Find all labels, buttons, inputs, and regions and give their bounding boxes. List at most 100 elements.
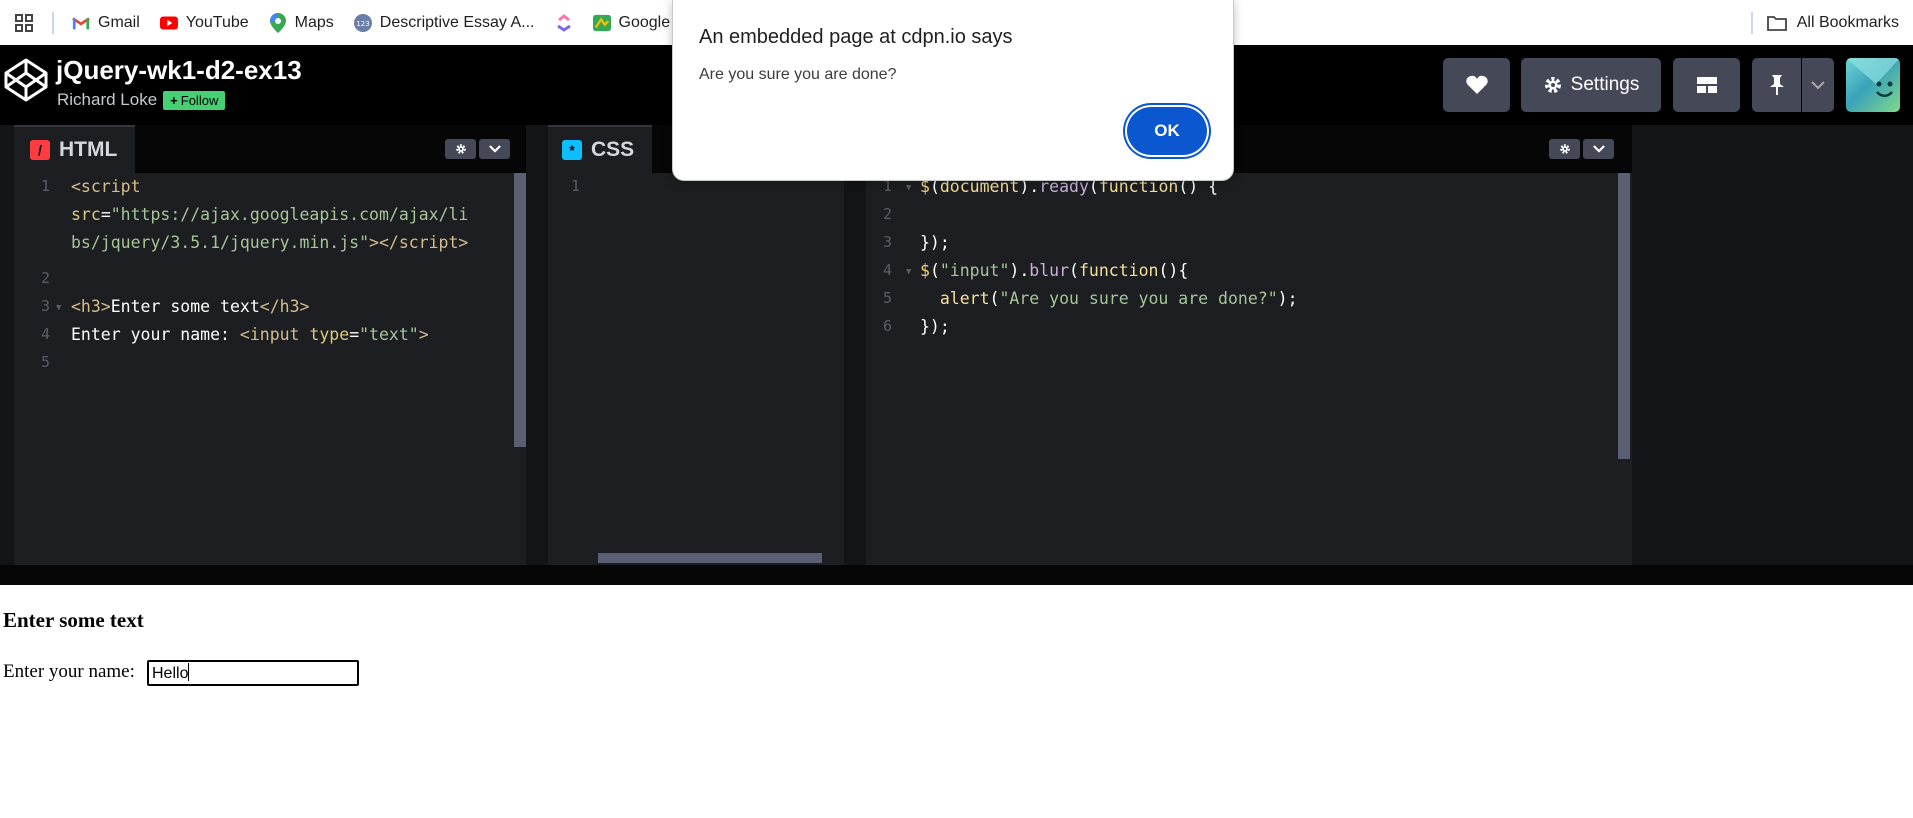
- line-number: 3: [882, 233, 892, 251]
- tab-label: CSS: [591, 138, 635, 161]
- chevron-down-icon: [1811, 80, 1825, 89]
- bookmark-label: Maps: [294, 13, 334, 31]
- html-pane-header: / HTML: [14, 125, 526, 173]
- bookmark-youtube[interactable]: YouTube: [150, 0, 259, 45]
- pin-button[interactable]: [1752, 58, 1801, 112]
- tab-html[interactable]: / HTML: [14, 125, 136, 173]
- gear-icon: [1559, 144, 1570, 154]
- line-number: 5: [40, 353, 50, 371]
- maps-icon: [269, 12, 287, 33]
- fold-arrow-icon[interactable]: ▼: [906, 183, 911, 193]
- author-name[interactable]: Richard Loke: [57, 90, 157, 110]
- bookmark-label: Descriptive Essay A...: [379, 13, 535, 31]
- preview-heading: Enter some text: [3, 608, 144, 632]
- code-line: });: [920, 233, 950, 252]
- js-collapse-button[interactable]: [1583, 139, 1614, 159]
- all-bookmarks-button[interactable]: All Bookmarks: [1750, 0, 1899, 45]
- bookmark-maps[interactable]: Maps: [259, 0, 344, 45]
- html-vertical-scrollbar[interactable]: [514, 173, 526, 447]
- js-vertical-scrollbar[interactable]: [1618, 173, 1630, 459]
- js-editor-pane: 1 ▼ 2 3 4 ▼ 5 6 $(document).ready(functi…: [866, 125, 1632, 565]
- folder-icon: [1766, 15, 1787, 31]
- heart-icon: [1465, 75, 1488, 94]
- preview-resizer[interactable]: [0, 565, 1913, 585]
- pen-author: Richard Loke + Follow: [57, 90, 226, 110]
- html-settings-button[interactable]: [445, 139, 476, 159]
- code-line: alert("Are you sure you are done?");: [939, 289, 1298, 308]
- bookmark-label: YouTube: [185, 13, 249, 31]
- follow-label: Follow: [180, 92, 219, 108]
- alert-dialog: An embedded page at cdpn.io says Are you…: [672, 0, 1234, 181]
- bookmark-clickup[interactable]: [545, 0, 583, 45]
- chevron-down-icon: [488, 145, 501, 153]
- line-number: 3: [40, 297, 50, 315]
- line-number: 1: [40, 177, 50, 195]
- code-line: src="https://ajax.googleapis.com/ajax/li: [71, 205, 469, 224]
- all-bookmarks-label: All Bookmarks: [1796, 13, 1899, 31]
- line-number: 1: [570, 177, 580, 195]
- follow-button[interactable]: + Follow: [163, 90, 226, 110]
- like-button[interactable]: [1443, 58, 1510, 112]
- bookmark-label: Gmail: [98, 13, 140, 31]
- code-line: bs/jquery/3.5.1/jquery.min.js"></script>: [71, 233, 469, 252]
- apps-grid-icon: [15, 13, 33, 32]
- css-icon: *: [562, 140, 582, 160]
- code-line: });: [920, 317, 950, 336]
- change-view-button[interactable]: [1673, 58, 1740, 112]
- clickup-icon: [555, 13, 573, 32]
- avatar[interactable]: [1846, 58, 1900, 112]
- youtube-icon: [159, 14, 178, 32]
- gear-icon: [455, 144, 466, 154]
- settings-button[interactable]: Settings: [1521, 58, 1661, 112]
- fold-arrow-icon[interactable]: ▼: [56, 303, 61, 313]
- pin-menu-button[interactable]: [1802, 58, 1834, 112]
- code-line: <h3>Enter some text</h3>: [71, 297, 310, 316]
- js-settings-button[interactable]: [1549, 139, 1580, 159]
- line-number: 2: [882, 205, 892, 223]
- html-pane-tools: [445, 139, 510, 159]
- svg-text:123: 123: [356, 20, 369, 28]
- codepen-logo-icon[interactable]: [2, 56, 50, 104]
- gmail-icon: [72, 14, 90, 32]
- fold-arrow-icon[interactable]: ▼: [906, 267, 911, 277]
- pin-icon: [1769, 75, 1784, 95]
- google-ads-icon: [592, 14, 611, 32]
- layout-icon: [1696, 77, 1717, 93]
- line-number: 4: [882, 261, 892, 279]
- name-input[interactable]: Hello: [147, 660, 359, 686]
- html-editor-pane: / HTML 1 2 3 ▼ 4 5 <script src="https://…: [14, 125, 526, 565]
- tab-css[interactable]: * CSS: [548, 125, 653, 173]
- code-line: $("input").blur(function(){: [920, 261, 1189, 280]
- html-collapse-button[interactable]: [479, 139, 510, 159]
- code-line: <script: [71, 177, 141, 196]
- gear-icon: [1544, 77, 1561, 93]
- bookmarks-separator: [52, 11, 54, 34]
- alert-message: Are you sure you are done?: [699, 66, 897, 83]
- line-number: 5: [882, 289, 892, 307]
- site-icon: 123: [353, 13, 372, 32]
- css-code-editor[interactable]: 1: [548, 173, 844, 565]
- ok-button[interactable]: OK: [1127, 107, 1207, 155]
- css-editor-pane: * CSS 1: [548, 125, 844, 565]
- bookmarks-separator: [1750, 11, 1753, 34]
- bookmark-descriptive-essay[interactable]: 123 Descriptive Essay A...: [344, 0, 545, 45]
- preview-panel: Enter some text Enter your name: Hello: [0, 585, 1913, 818]
- settings-label: Settings: [1570, 74, 1640, 95]
- line-number: 4: [40, 325, 50, 343]
- line-number: 6: [882, 317, 892, 335]
- name-input-value: Hello: [152, 665, 189, 682]
- bookmark-gmail[interactable]: Gmail: [62, 0, 150, 45]
- alert-title: An embedded page at cdpn.io says: [699, 26, 1013, 48]
- line-number: 2: [40, 269, 50, 287]
- chevron-down-icon: [1592, 145, 1605, 153]
- apps-button[interactable]: [0, 0, 44, 45]
- html-code-editor[interactable]: 1 2 3 ▼ 4 5 <script src="https://ajax.go…: [14, 173, 526, 565]
- html-icon: /: [30, 140, 50, 160]
- avatar-face-icon: [1846, 58, 1900, 97]
- css-horizontal-scrollbar[interactable]: [598, 553, 822, 563]
- pen-title[interactable]: jQuery-wk1-d2-ex13: [56, 55, 302, 86]
- text-caret: [188, 663, 190, 681]
- js-code-editor[interactable]: 1 ▼ 2 3 4 ▼ 5 6 $(document).ready(functi…: [866, 173, 1632, 565]
- plus-icon: +: [170, 92, 178, 108]
- preview-name-label: Enter your name:: [3, 661, 135, 682]
